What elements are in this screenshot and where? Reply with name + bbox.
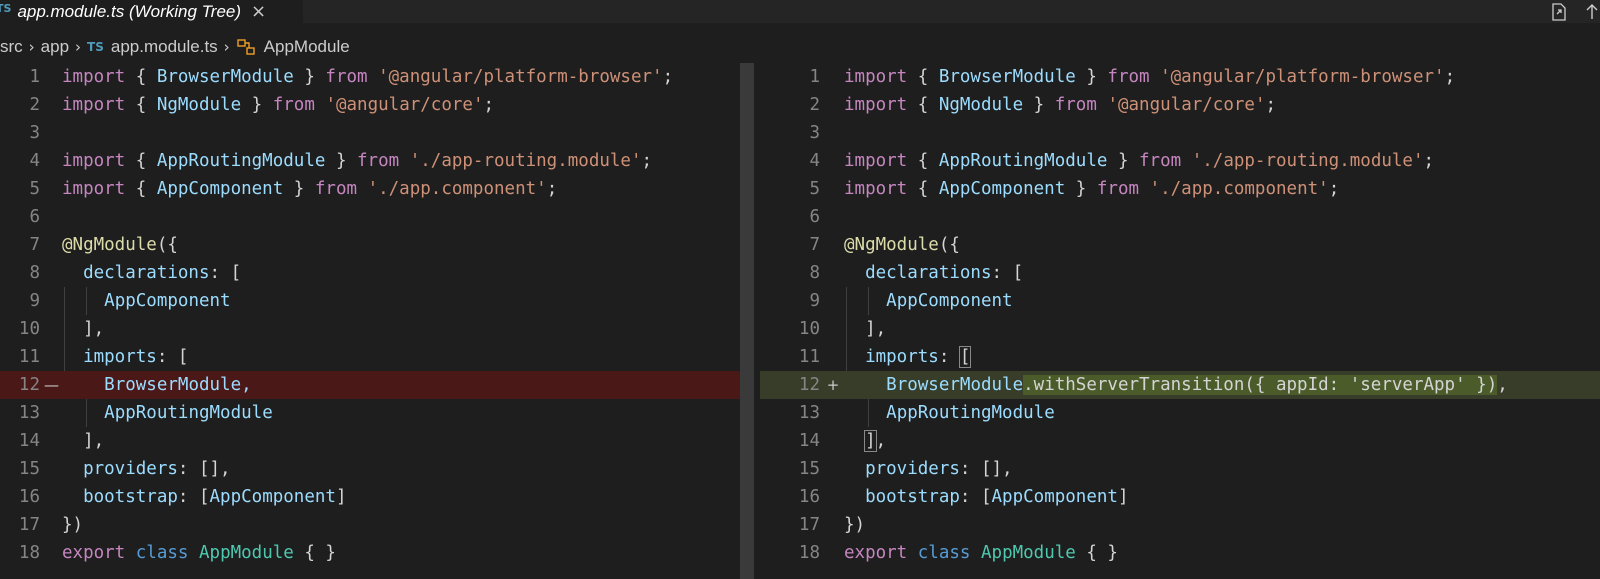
code-line: 15 providers: [], (798, 459, 1013, 479)
code-line: 6 (809, 207, 820, 227)
code-line: 7 @NgModule({ (809, 235, 960, 255)
code-line: 8 declarations: [ (809, 263, 1024, 283)
class-icon (236, 37, 256, 57)
code-line: 15 providers: [], (18, 459, 231, 479)
code-line: 3 (29, 123, 40, 143)
arrow-up-icon[interactable] (1584, 1, 1600, 23)
code-line: 11 imports: [ (798, 346, 972, 368)
close-icon[interactable]: × (251, 2, 266, 21)
chevron-right-icon: › (75, 38, 82, 56)
code-line: 9 AppComponent (809, 291, 1013, 311)
original-editor[interactable]: 1 import { BrowserModule } from '@angular… (0, 63, 740, 579)
chevron-right-icon: › (223, 38, 230, 56)
code-line: 13 AppRoutingModule (798, 403, 1055, 423)
code-line: 2 import { NgModule } from '@angular/core… (29, 95, 495, 115)
minus-icon: — (44, 376, 59, 394)
code-line: 16 bootstrap: [AppComponent] (18, 487, 347, 507)
added-text-highlight: .withServerTransition({ appId: 'serverAp… (1023, 375, 1498, 395)
code-line: 10 ], (798, 319, 887, 339)
removed-line: 12— BrowserModule, (0, 371, 740, 399)
code-line: 16 bootstrap: [AppComponent] (798, 487, 1129, 507)
breadcrumb-item-app[interactable]: app (41, 37, 69, 57)
tab-title: app.module.ts (Working Tree) (17, 1, 242, 21)
code-line: 18 export class AppModule { } (798, 543, 1118, 563)
modified-editor[interactable]: 1 import { BrowserModule } from '@angular… (760, 63, 1600, 579)
code-line: 11 imports: [ (18, 347, 189, 367)
code-line: 3 (809, 123, 820, 143)
breadcrumb-item-file[interactable]: app.module.ts (111, 37, 218, 57)
code-line: 1 import { BrowserModule } from '@angular… (809, 67, 1456, 87)
plus-icon: + (826, 376, 840, 394)
editor-tab[interactable]: TS app.module.ts (Working Tree) × (0, 0, 303, 23)
typescript-icon: TS (0, 2, 12, 15)
code-line: 4 import { AppRoutingModule } from './app… (809, 151, 1435, 171)
code-line: 5 import { AppComponent } from './app.com… (29, 179, 558, 199)
code-line: 17}) (798, 515, 866, 535)
breadcrumb-item-symbol[interactable]: AppModule (264, 37, 350, 57)
code-line: 1 import { BrowserModule } from '@angular… (29, 67, 674, 87)
code-line: 6 (29, 207, 40, 227)
code-line: 14 ], (18, 431, 105, 451)
code-line: 8 declarations: [ (29, 263, 242, 283)
breadcrumb: src › app › TS app.module.ts › AppModule (0, 34, 1600, 60)
code-line: 10 ], (18, 319, 105, 339)
typescript-icon: TS (87, 40, 104, 54)
added-line: 12 + BrowserModule.withServerTransition({… (760, 371, 1600, 399)
code-line: 9 AppComponent (29, 291, 231, 311)
chevron-right-icon: › (28, 38, 35, 56)
code-line: 4 import { AppRoutingModule } from './app… (29, 151, 653, 171)
code-line: 5 import { AppComponent } from './app.com… (809, 179, 1340, 199)
code-line: 17}) (18, 515, 84, 535)
code-line: 7 @NgModule({ (29, 235, 178, 255)
diff-sash[interactable] (740, 63, 760, 579)
code-line: 14 ], (798, 430, 887, 452)
breadcrumb-item-src[interactable]: src (0, 37, 23, 57)
code-line: 13 AppRoutingModule (18, 403, 273, 423)
open-file-icon[interactable] (1548, 1, 1570, 23)
scrollbar[interactable] (740, 63, 754, 579)
code-line: 2 import { NgModule } from '@angular/core… (809, 95, 1277, 115)
code-line: 18 export class AppModule { } (18, 543, 336, 563)
editor-actions (1548, 0, 1600, 23)
tab-bar: TS app.module.ts (Working Tree) × (0, 0, 1600, 23)
